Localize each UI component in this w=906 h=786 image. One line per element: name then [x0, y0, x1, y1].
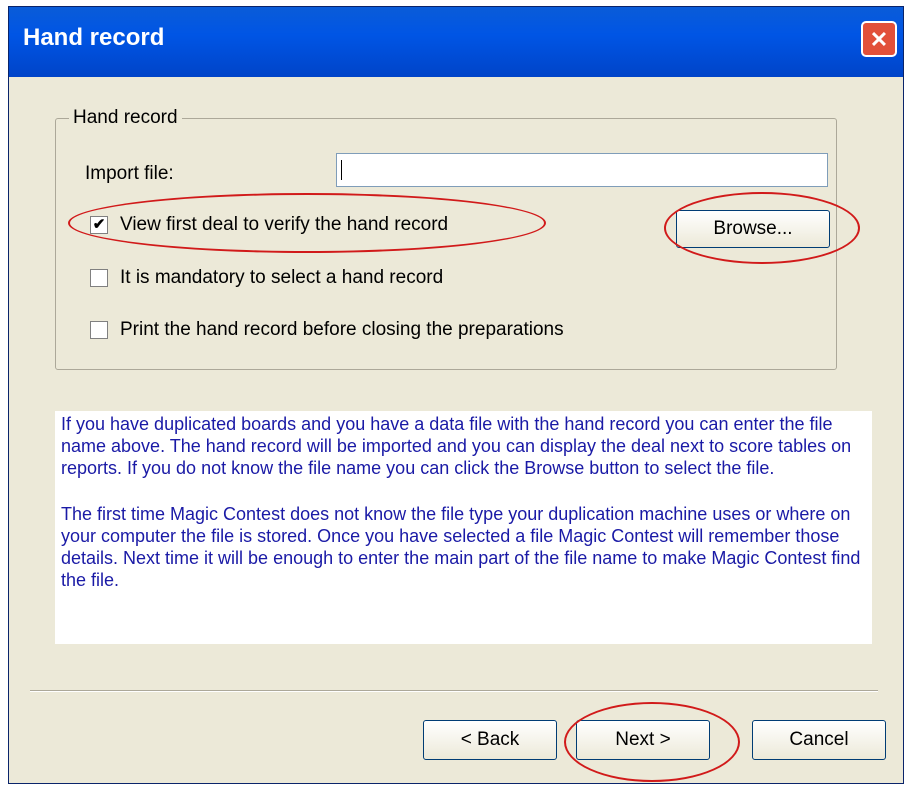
separator — [30, 690, 878, 692]
window-title: Hand record — [23, 24, 165, 51]
back-button[interactable]: < Back — [423, 720, 557, 760]
checkbox-box[interactable] — [90, 321, 108, 339]
next-button[interactable]: Next > — [576, 720, 710, 760]
close-icon: ✕ — [869, 27, 889, 52]
groupbox-label: Hand record — [69, 107, 182, 129]
title-bar: Hand record ✕ — [9, 7, 903, 77]
text-caret — [341, 160, 342, 180]
import-file-label: Import file: — [85, 163, 174, 184]
cancel-button[interactable]: Cancel — [752, 720, 886, 760]
checkbox-box[interactable]: ✔ — [90, 216, 108, 234]
checkbox-label: It is mandatory to select a hand record — [120, 267, 444, 288]
browse-button[interactable]: Browse... — [676, 210, 830, 248]
checkbox-box[interactable] — [90, 269, 108, 287]
checkbox-mandatory[interactable]: It is mandatory to select a hand record — [90, 267, 443, 289]
info-paragraph: If you have duplicated boards and you ha… — [61, 414, 852, 478]
checkbox-label: View first deal to verify the hand recor… — [120, 214, 449, 235]
info-paragraph: The first time Magic Contest does not kn… — [61, 504, 861, 590]
checkbox-label: Print the hand record before closing the… — [120, 319, 564, 340]
checkbox-print[interactable]: Print the hand record before closing the… — [90, 319, 564, 341]
close-button[interactable]: ✕ — [861, 21, 897, 57]
checkbox-view-first-deal[interactable]: ✔ View first deal to verify the hand rec… — [90, 214, 448, 236]
import-file-input[interactable] — [336, 153, 828, 187]
info-panel: If you have duplicated boards and you ha… — [55, 411, 872, 644]
